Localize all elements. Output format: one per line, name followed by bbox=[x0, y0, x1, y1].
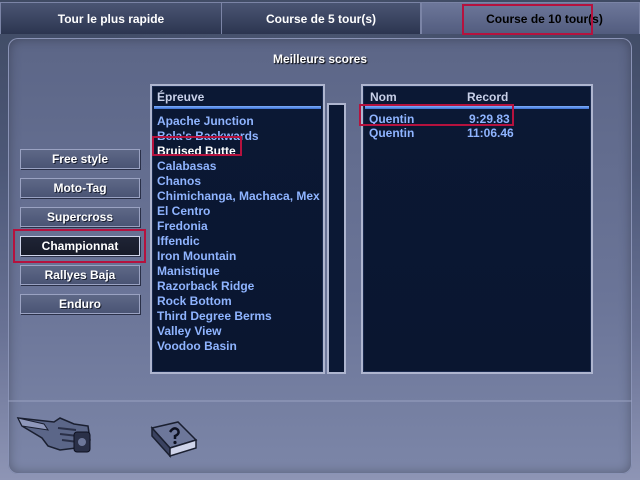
tab-10-laps-label: Course de 10 tour(s) bbox=[486, 11, 603, 26]
scores-header-line bbox=[365, 106, 589, 109]
col-name-header: Nom bbox=[370, 90, 397, 104]
mode-championnat-button[interactable]: Championnat bbox=[20, 236, 140, 256]
track-item[interactable]: El Centro bbox=[157, 204, 320, 219]
score-name: Quentin bbox=[369, 112, 415, 126]
back-button[interactable] bbox=[14, 404, 94, 460]
track-item[interactable]: Manistique bbox=[157, 264, 320, 279]
track-item[interactable]: Bruised Butte bbox=[157, 144, 320, 159]
mode-rallyes-baja-button[interactable]: Rallyes Baja bbox=[20, 265, 140, 285]
tab-bar: Tour le plus rapide Course de 5 tour(s) … bbox=[0, 0, 640, 35]
screen: Tour le plus rapide Course de 5 tour(s) … bbox=[0, 0, 640, 480]
track-item[interactable]: Chimichanga, Machaca, Mex bbox=[157, 189, 320, 204]
score-record: 11:06.46 bbox=[467, 126, 514, 140]
pointing-hand-icon bbox=[16, 417, 91, 453]
tracks-header: Épreuve bbox=[157, 90, 205, 104]
help-book-icon bbox=[150, 421, 198, 458]
track-list-scrollbar[interactable] bbox=[327, 103, 346, 374]
scores-panel: Nom Record Quentin 9:29.83 Quentin 11:06… bbox=[361, 84, 593, 374]
track-item[interactable]: Iffendic bbox=[157, 234, 320, 249]
track-item[interactable]: Rock Bottom bbox=[157, 294, 320, 309]
score-row: Quentin 11:06.46 bbox=[369, 126, 589, 140]
tab-5-laps[interactable]: Course de 5 tour(s) bbox=[221, 2, 421, 34]
page-title: Meilleurs scores bbox=[272, 52, 368, 66]
tab-10-laps[interactable]: Course de 10 tour(s) bbox=[421, 2, 640, 35]
score-row: Quentin 9:29.83 bbox=[369, 112, 589, 126]
mode-moto-tag-button[interactable]: Moto-Tag bbox=[20, 178, 140, 198]
scores-header: Nom Record bbox=[365, 88, 589, 106]
track-item[interactable]: Fredonia bbox=[157, 219, 320, 234]
tracks-header-line bbox=[154, 106, 321, 109]
track-item[interactable]: Chanos bbox=[157, 174, 320, 189]
track-item[interactable]: Apache Junction bbox=[157, 114, 320, 129]
track-item[interactable]: Valley View bbox=[157, 324, 320, 339]
help-button[interactable] bbox=[148, 418, 200, 462]
track-item[interactable]: Bela's Backwards bbox=[157, 129, 320, 144]
track-item[interactable]: Razorback Ridge bbox=[157, 279, 320, 294]
track-item[interactable]: Voodoo Basin bbox=[157, 339, 320, 354]
score-record: 9:29.83 bbox=[469, 112, 510, 126]
track-item[interactable]: Third Degree Berms bbox=[157, 309, 320, 324]
bottom-divider bbox=[8, 400, 632, 402]
track-item[interactable]: Calabasas bbox=[157, 159, 320, 174]
tracks-panel: Épreuve Apache Junction Bela's Backwards B… bbox=[150, 84, 325, 374]
track-list: Apache Junction Bela's Backwards Bruised B… bbox=[157, 114, 320, 354]
score-name: Quentin bbox=[369, 126, 415, 140]
score-rows: Quentin 9:29.83 Quentin 11:06.46 bbox=[369, 112, 589, 140]
tab-fastest-lap[interactable]: Tour le plus rapide bbox=[0, 2, 222, 34]
mode-free-style-button[interactable]: Free style bbox=[20, 149, 140, 169]
col-record-header: Record bbox=[467, 90, 509, 104]
mode-supercross-button[interactable]: Supercross bbox=[20, 207, 140, 227]
track-item[interactable]: Iron Mountain bbox=[157, 249, 320, 264]
mode-enduro-button[interactable]: Enduro bbox=[20, 294, 140, 314]
